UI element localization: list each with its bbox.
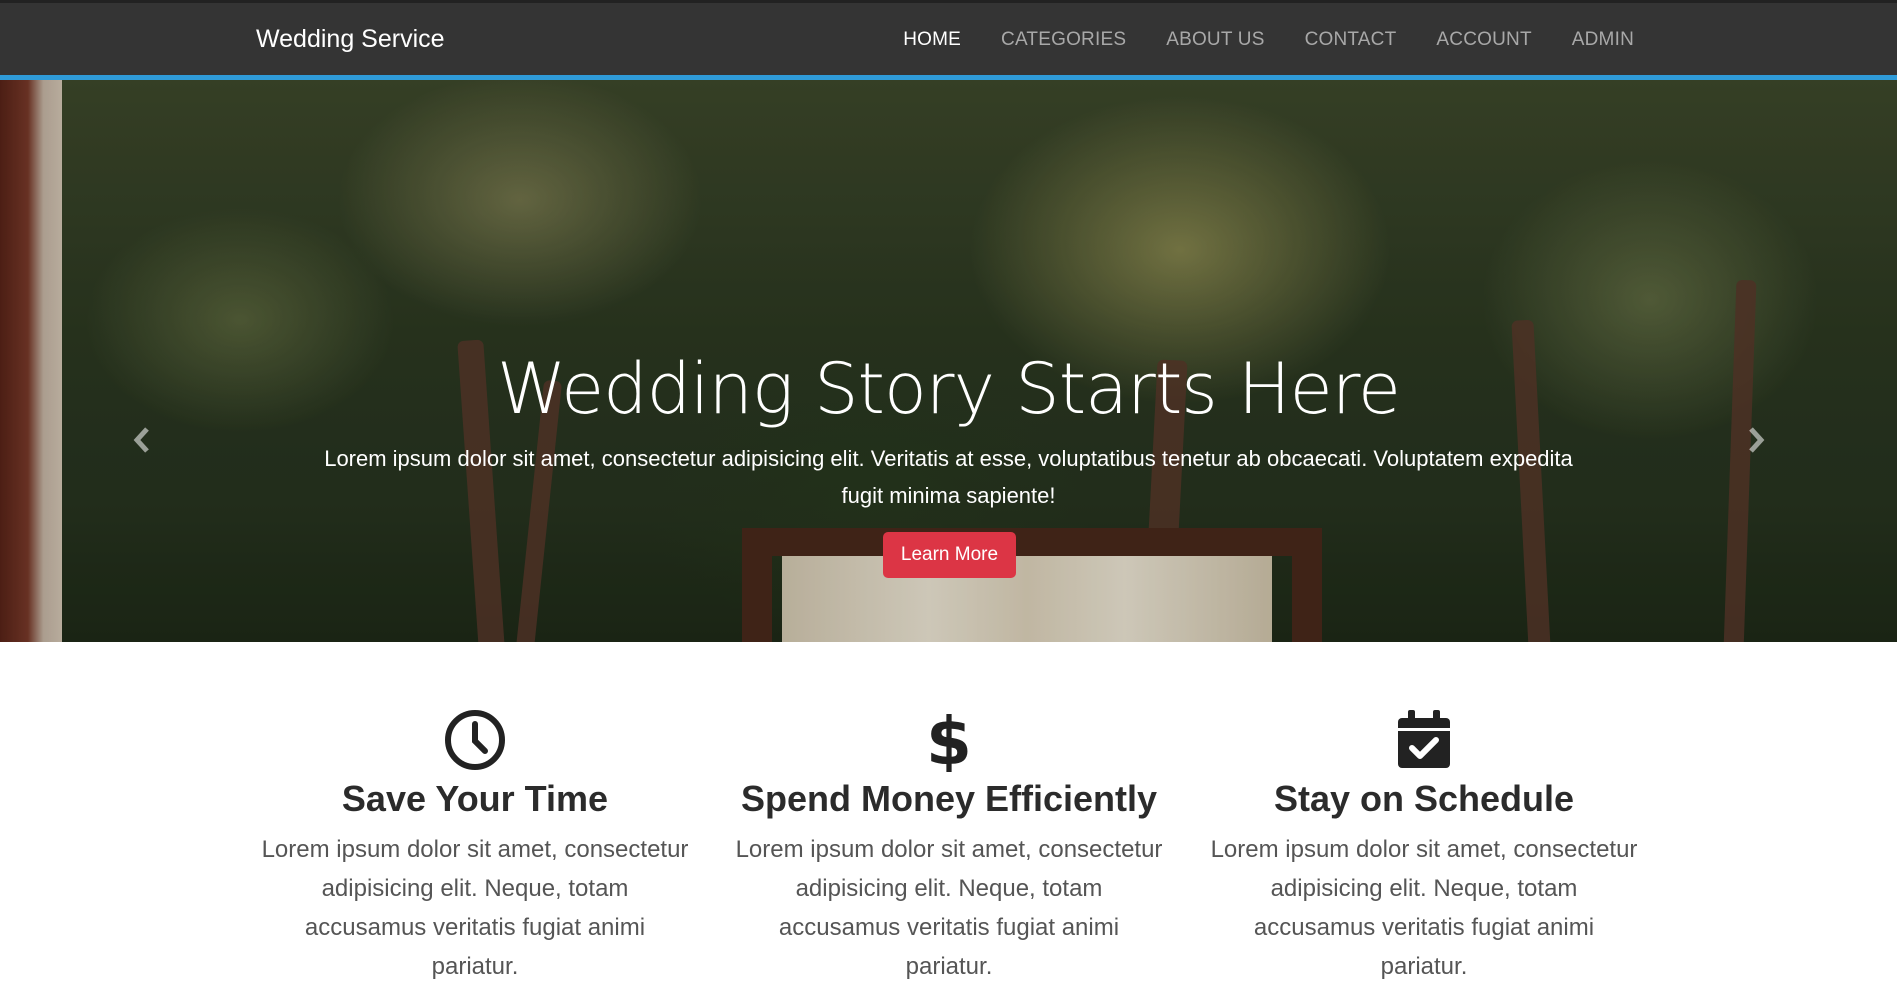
- calendar-check-icon: [1398, 710, 1450, 768]
- feature-title: Stay on Schedule: [1273, 778, 1575, 819]
- clock-icon: [445, 710, 505, 770]
- chevron-right-icon: [1749, 427, 1765, 453]
- nav-link-account[interactable]: ACCOUNT: [1436, 29, 1531, 51]
- nav-link-about-us[interactable]: ABOUT US: [1166, 29, 1264, 51]
- nav-link-home[interactable]: HOME: [903, 29, 961, 51]
- carousel-next-button[interactable]: [1746, 426, 1766, 462]
- learn-more-button[interactable]: Learn More: [883, 532, 1016, 578]
- feature-spend-money: $ Spend Money Efficiently Lorem ipsum do…: [734, 708, 1164, 986]
- chevron-left-icon: [133, 427, 149, 453]
- hero-carousel: Wedding Story Starts Here Lorem ipsum do…: [0, 80, 1897, 642]
- features-section: Save Your Time Lorem ipsum dolor sit ame…: [0, 642, 1897, 980]
- nav-link-admin[interactable]: ADMIN: [1572, 29, 1634, 51]
- hero-title: Wedding Story Starts Here: [496, 348, 1401, 430]
- feature-save-time: Save Your Time Lorem ipsum dolor sit ame…: [260, 708, 690, 986]
- nav-link-categories[interactable]: CATEGORIES: [1001, 29, 1126, 51]
- nav-link-contact[interactable]: CONTACT: [1305, 29, 1397, 51]
- feature-stay-on-schedule: Stay on Schedule Lorem ipsum dolor sit a…: [1209, 708, 1639, 986]
- feature-text: Lorem ipsum dolor sit amet, consectetur …: [735, 836, 1163, 980]
- nav-menu: HOME CATEGORIES ABOUT US CONTACT ACCOUNT…: [903, 29, 1634, 51]
- feature-text: Lorem ipsum dolor sit amet, consectetur …: [261, 836, 689, 980]
- feature-title: Save Your Time: [341, 778, 609, 819]
- feature-text: Lorem ipsum dolor sit amet, consectetur …: [1210, 836, 1638, 980]
- top-navbar: Wedding Service HOME CATEGORIES ABOUT US…: [0, 0, 1897, 75]
- brand-link[interactable]: Wedding Service: [256, 25, 445, 54]
- carousel-prev-button[interactable]: [132, 426, 152, 462]
- hero-description: Lorem ipsum dolor sit amet, consectetur …: [324, 446, 1573, 508]
- svg-text:$: $: [926, 708, 972, 772]
- feature-title: Spend Money Efficiently: [740, 778, 1158, 819]
- dollar-icon: $: [926, 708, 972, 772]
